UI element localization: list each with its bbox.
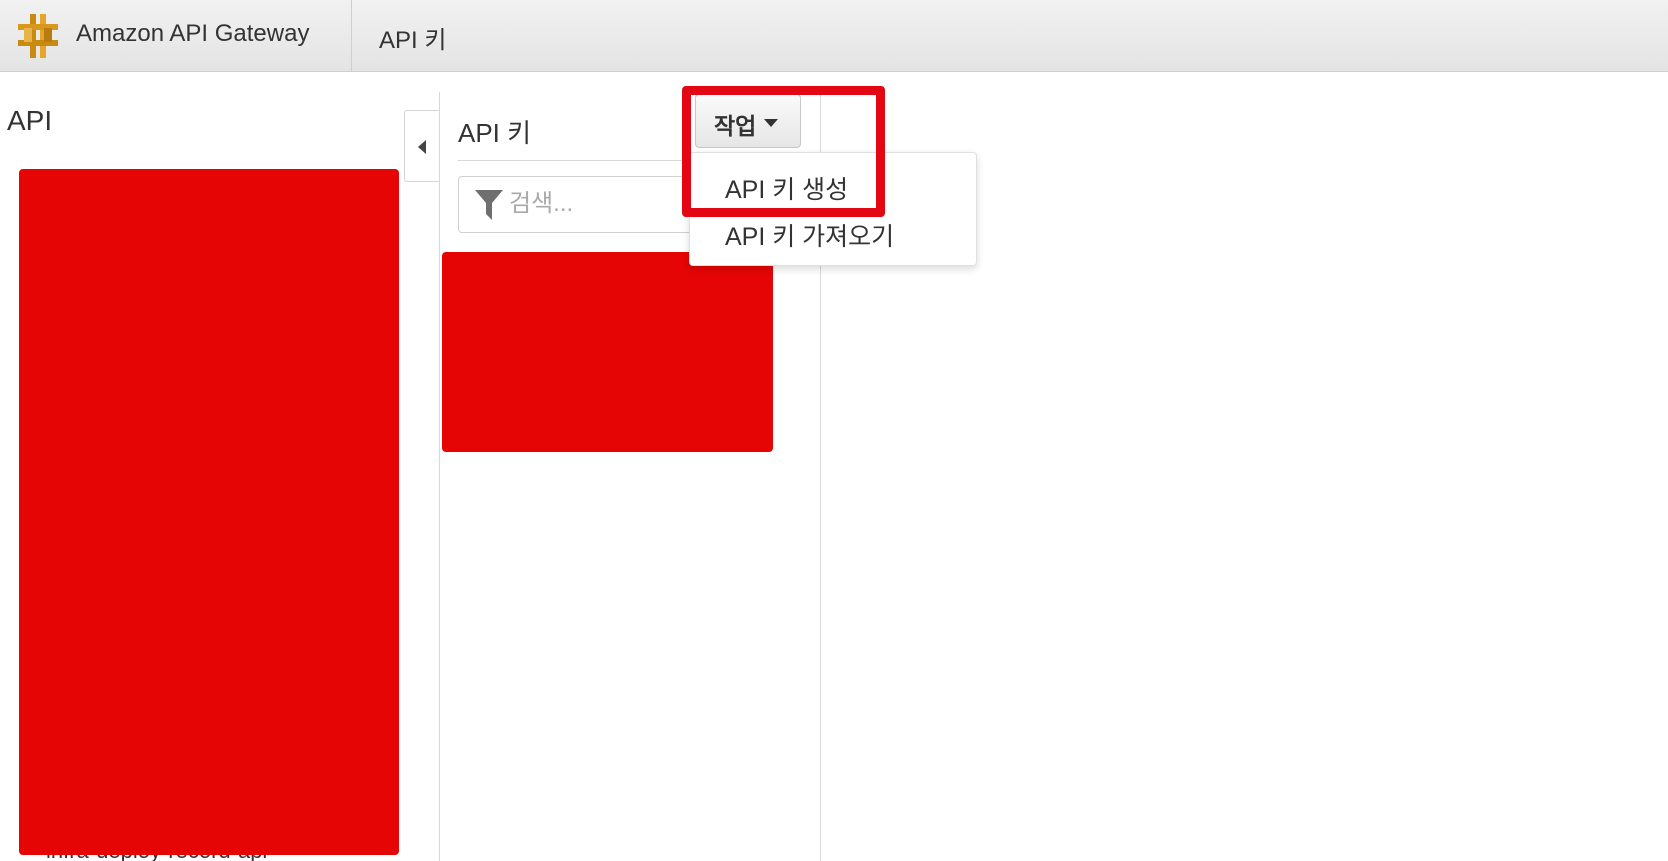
caret-down-icon [764,119,778,127]
top-navigation-bar: Amazon API Gateway API 키 [0,0,1668,72]
api-list-heading: API [7,105,53,136]
menu-item-import-api-keys[interactable]: API 키 가져오기 [725,217,894,253]
panel-divider [439,92,440,861]
api-gateway-logo-icon[interactable] [16,12,60,60]
actions-dropdown-menu: API 키 생성 API 키 가져오기 [689,152,977,266]
filter-icon [475,190,503,220]
api-keys-panel-title: API 키 [458,118,532,148]
chevron-left-icon [418,140,426,154]
menu-item-create-api-key[interactable]: API 키 생성 [725,170,848,206]
collapse-sidebar-button[interactable] [404,110,440,182]
redacted-api-key-list [442,252,773,452]
redacted-api-list [19,169,399,855]
header-divider [351,0,352,72]
actions-button-label: 작업 [714,113,757,139]
actions-button[interactable]: 작업 [695,94,801,148]
breadcrumb: API 키 [379,27,447,54]
product-name[interactable]: Amazon API Gateway [76,20,309,48]
